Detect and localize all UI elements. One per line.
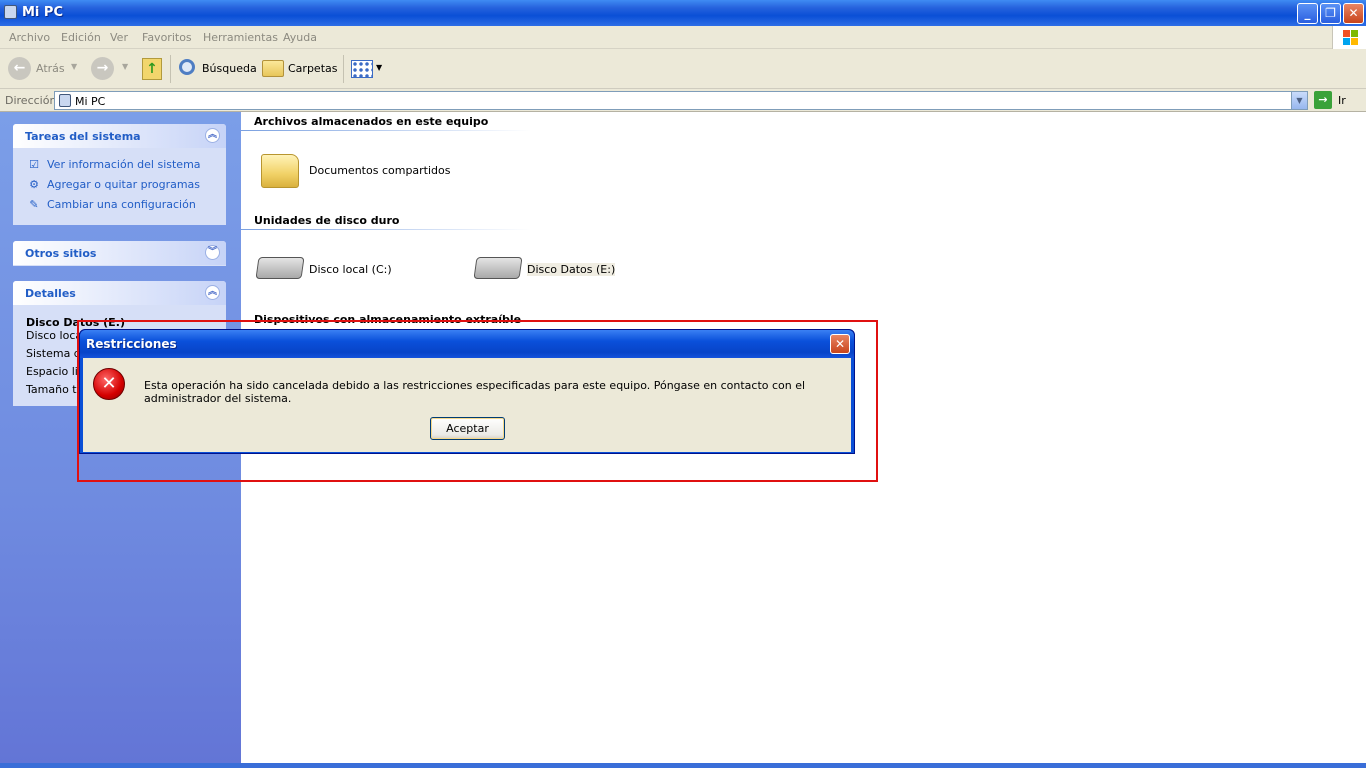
section-divider	[241, 130, 531, 131]
other-places-panel: Otros sitios ︾	[13, 241, 226, 266]
hard-drive-icon	[473, 257, 523, 279]
menu-ayuda[interactable]: Ayuda	[283, 31, 317, 44]
folders-button[interactable]: Carpetas	[261, 57, 341, 81]
item-label: Documentos compartidos	[309, 164, 451, 177]
hard-drive-icon	[255, 257, 305, 279]
task-cambiar-configuracion[interactable]: ✎ Cambiar una configuración	[26, 198, 195, 212]
address-bar: Dirección Mi PC ▼ → Ir	[0, 89, 1366, 112]
up-folder-button[interactable]: ↑	[140, 57, 164, 81]
menu-ver[interactable]: Ver	[110, 31, 128, 44]
chevron-down-icon: ▼	[376, 63, 383, 72]
dialog-titlebar: Restricciones ✕	[80, 330, 854, 358]
address-label: Dirección	[5, 94, 57, 107]
window-title: Mi PC	[22, 5, 63, 20]
ok-button[interactable]: Aceptar	[430, 417, 505, 440]
section-divider	[241, 229, 531, 230]
address-input[interactable]: Mi PC ▼	[54, 91, 1308, 110]
menu-edicion[interactable]: Edición	[61, 31, 101, 44]
up-arrow-icon: ↑	[142, 58, 162, 80]
window-titlebar: Mi PC _ ❐ ✕	[0, 0, 1366, 26]
window-bottom-border	[0, 763, 1366, 768]
task-ver-informacion[interactable]: ☑ Ver información del sistema	[26, 158, 200, 172]
dialog-title: Restricciones	[86, 337, 177, 351]
go-button[interactable]: → Ir	[1314, 91, 1362, 110]
collapse-chevron-icon[interactable]: ︽	[205, 285, 220, 300]
computer-icon	[59, 94, 71, 107]
close-button[interactable]: ✕	[1343, 3, 1364, 24]
views-icon	[351, 60, 373, 78]
add-remove-programs-icon: ⚙	[29, 178, 39, 191]
item-label: Disco local (C:)	[309, 263, 392, 276]
expand-chevron-icon[interactable]: ︾	[205, 245, 220, 260]
forward-arrow-icon: →	[91, 57, 114, 80]
back-label: Atrás	[36, 62, 65, 75]
maximize-button[interactable]: ❐	[1320, 3, 1341, 24]
toolbar: ← Atrás ▼ → ▼ ↑ Búsqueda Carpetas ▼	[0, 49, 1366, 89]
address-dropdown-button[interactable]: ▼	[1291, 92, 1307, 109]
menu-herramientas[interactable]: Herramientas	[203, 31, 278, 44]
details-header[interactable]: Detalles ︽	[13, 281, 226, 305]
minimize-button[interactable]: _	[1297, 3, 1318, 24]
control-panel-icon: ✎	[29, 198, 39, 211]
system-tasks-panel: Tareas del sistema ︽ ☑ Ver información de…	[13, 124, 226, 225]
dialog-close-button[interactable]: ✕	[830, 334, 850, 354]
panel-title: Otros sitios	[25, 247, 97, 260]
search-icon	[179, 59, 195, 75]
section-title: Archivos almacenados en este equipo	[254, 115, 489, 128]
menu-bar: Archivo Edición Ver Favoritos Herramient…	[0, 26, 1366, 49]
collapse-chevron-icon[interactable]: ︽	[205, 128, 220, 143]
menu-favoritos[interactable]: Favoritos	[142, 31, 192, 44]
folder-icon	[261, 154, 299, 188]
dialog-body: ✕ Esta operación ha sido cancelada debid…	[83, 358, 851, 452]
search-button[interactable]: Búsqueda	[175, 57, 257, 81]
back-arrow-icon: ←	[8, 57, 31, 80]
shared-documents-item[interactable]: Documentos compartidos	[261, 152, 481, 192]
toolbar-separator	[343, 55, 344, 83]
system-tasks-header[interactable]: Tareas del sistema ︽	[13, 124, 226, 148]
back-button[interactable]: ← Atrás ▼	[8, 57, 80, 81]
folders-icon	[262, 60, 284, 77]
go-arrow-icon: →	[1314, 91, 1332, 109]
views-button[interactable]: ▼	[349, 57, 385, 81]
windows-logo-icon	[1332, 26, 1366, 49]
details-line: Tamaño to	[26, 383, 84, 396]
go-label: Ir	[1338, 94, 1346, 107]
toolbar-separator	[170, 55, 171, 83]
item-label: Disco Datos (E:)	[527, 263, 616, 276]
chevron-down-icon: ▼	[71, 62, 78, 71]
dialog-message: Esta operación ha sido cancelada debido …	[144, 379, 806, 405]
other-places-header[interactable]: Otros sitios ︾	[13, 241, 226, 265]
computer-icon	[4, 5, 17, 19]
restrictions-dialog: Restricciones ✕ ✕ Esta operación ha sido…	[79, 329, 855, 454]
menu-archivo[interactable]: Archivo	[9, 31, 50, 44]
chevron-down-icon: ▼	[122, 62, 129, 71]
task-agregar-quitar[interactable]: ⚙ Agregar o quitar programas	[26, 178, 200, 192]
drive-e-item[interactable]: Disco Datos (E:)	[473, 255, 675, 285]
panel-title: Tareas del sistema	[25, 130, 141, 143]
section-title: Unidades de disco duro	[254, 214, 400, 227]
drive-c-item[interactable]: Disco local (C:)	[255, 255, 457, 285]
panel-title: Detalles	[25, 287, 76, 300]
folders-label: Carpetas	[288, 62, 338, 75]
forward-button[interactable]: → ▼	[91, 57, 131, 81]
error-icon: ✕	[93, 368, 125, 400]
address-value: Mi PC	[75, 95, 106, 108]
system-info-icon: ☑	[29, 158, 39, 171]
search-label: Búsqueda	[202, 62, 257, 75]
